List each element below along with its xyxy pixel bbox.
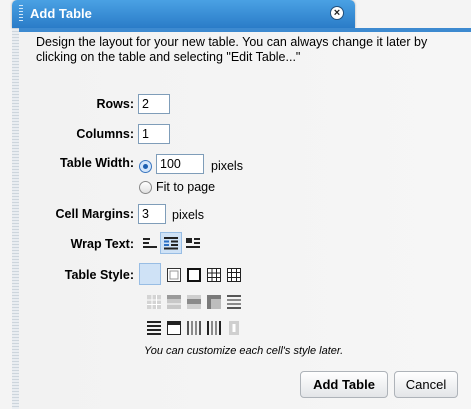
style-rows-icon[interactable] xyxy=(147,321,161,335)
style-grid-icon[interactable] xyxy=(207,268,221,282)
width-input[interactable]: 100 xyxy=(156,154,204,174)
wrap-center-icon[interactable] xyxy=(164,236,178,250)
width-unit-label: pixels xyxy=(211,159,243,173)
style-gray-grid-icon[interactable] xyxy=(147,295,161,309)
style-columns-bold-icon[interactable] xyxy=(207,321,221,335)
intro-text: Design the layout for your new table. Yo… xyxy=(36,35,428,64)
style-gray-column-icon[interactable] xyxy=(227,321,241,335)
cancel-button[interactable]: Cancel xyxy=(394,371,458,398)
style-grid-full-icon[interactable] xyxy=(227,268,241,282)
table-style-label: Table Style: xyxy=(64,268,134,282)
dialog-left-edge xyxy=(12,28,19,409)
wrap-right-icon[interactable] xyxy=(186,236,200,250)
style-box-icon[interactable] xyxy=(187,268,201,282)
style-dark-header-icon[interactable] xyxy=(187,295,201,309)
style-light-grid-icon[interactable] xyxy=(167,268,181,282)
dialog-title: Add Table xyxy=(30,6,92,21)
style-note: You can customize each cell's style late… xyxy=(144,345,344,357)
wrap-text-label: Wrap Text: xyxy=(70,237,134,251)
cell-margins-unit-label: pixels xyxy=(172,208,204,222)
fit-to-page-label: Fit to page xyxy=(156,180,216,194)
cell-margins-input[interactable]: 3 xyxy=(138,204,166,224)
table-width-label: Table Width: xyxy=(60,156,134,170)
style-gray-header-icon[interactable] xyxy=(167,295,181,309)
dialog-titlebar[interactable]: Add Table × xyxy=(12,0,355,28)
rows-label: Rows: xyxy=(96,97,135,111)
fit-to-page-radio[interactable] xyxy=(139,181,152,194)
wrap-left-icon[interactable] xyxy=(143,236,157,250)
close-icon[interactable]: × xyxy=(330,6,344,20)
style-selected-swatch[interactable] xyxy=(139,263,161,285)
style-header-box-icon[interactable] xyxy=(167,321,181,335)
rows-input[interactable]: 2 xyxy=(138,94,170,114)
cell-margins-label: Cell Margins: xyxy=(55,207,135,221)
add-table-button[interactable]: Add Table xyxy=(300,371,388,398)
columns-label: Columns: xyxy=(76,127,134,141)
width-pixels-radio[interactable] xyxy=(139,160,152,173)
drag-handle-icon[interactable] xyxy=(19,5,23,22)
style-corner-icon[interactable] xyxy=(207,295,221,309)
style-lines-icon[interactable] xyxy=(227,295,241,309)
columns-input[interactable]: 1 xyxy=(138,124,170,144)
style-columns-icon[interactable] xyxy=(187,321,201,335)
